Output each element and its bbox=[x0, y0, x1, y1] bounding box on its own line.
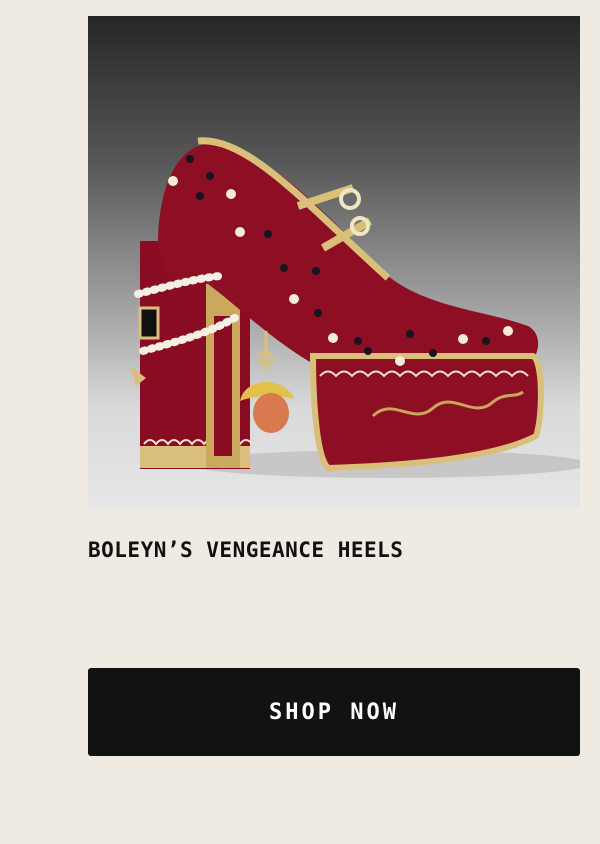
product-title: BOLEYN’S VENGEANCE HEELS bbox=[88, 538, 404, 562]
shop-now-button[interactable]: SHOP NOW bbox=[88, 668, 580, 756]
product-image[interactable] bbox=[88, 16, 580, 508]
